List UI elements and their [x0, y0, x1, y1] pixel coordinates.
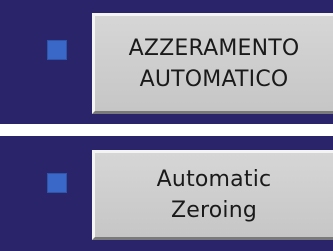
status-indicator-icon [47, 173, 67, 193]
button-label-line-2: AUTOMATICO [139, 66, 289, 92]
status-indicator-icon [47, 40, 67, 60]
button-label-line-1: AZZERAMENTO [128, 35, 300, 61]
automatic-zeroing-button-italian[interactable]: AZZERAMENTO AUTOMATICO [92, 13, 333, 114]
automatic-zeroing-button-english[interactable]: Automatic Zeroing [92, 150, 333, 240]
button-label-line-1: Automatic [156, 167, 272, 192]
panel-english: Automatic Zeroing [0, 136, 333, 251]
button-label-line-2: Zeroing [170, 198, 258, 223]
panel-italian: AZZERAMENTO AUTOMATICO [0, 0, 333, 124]
